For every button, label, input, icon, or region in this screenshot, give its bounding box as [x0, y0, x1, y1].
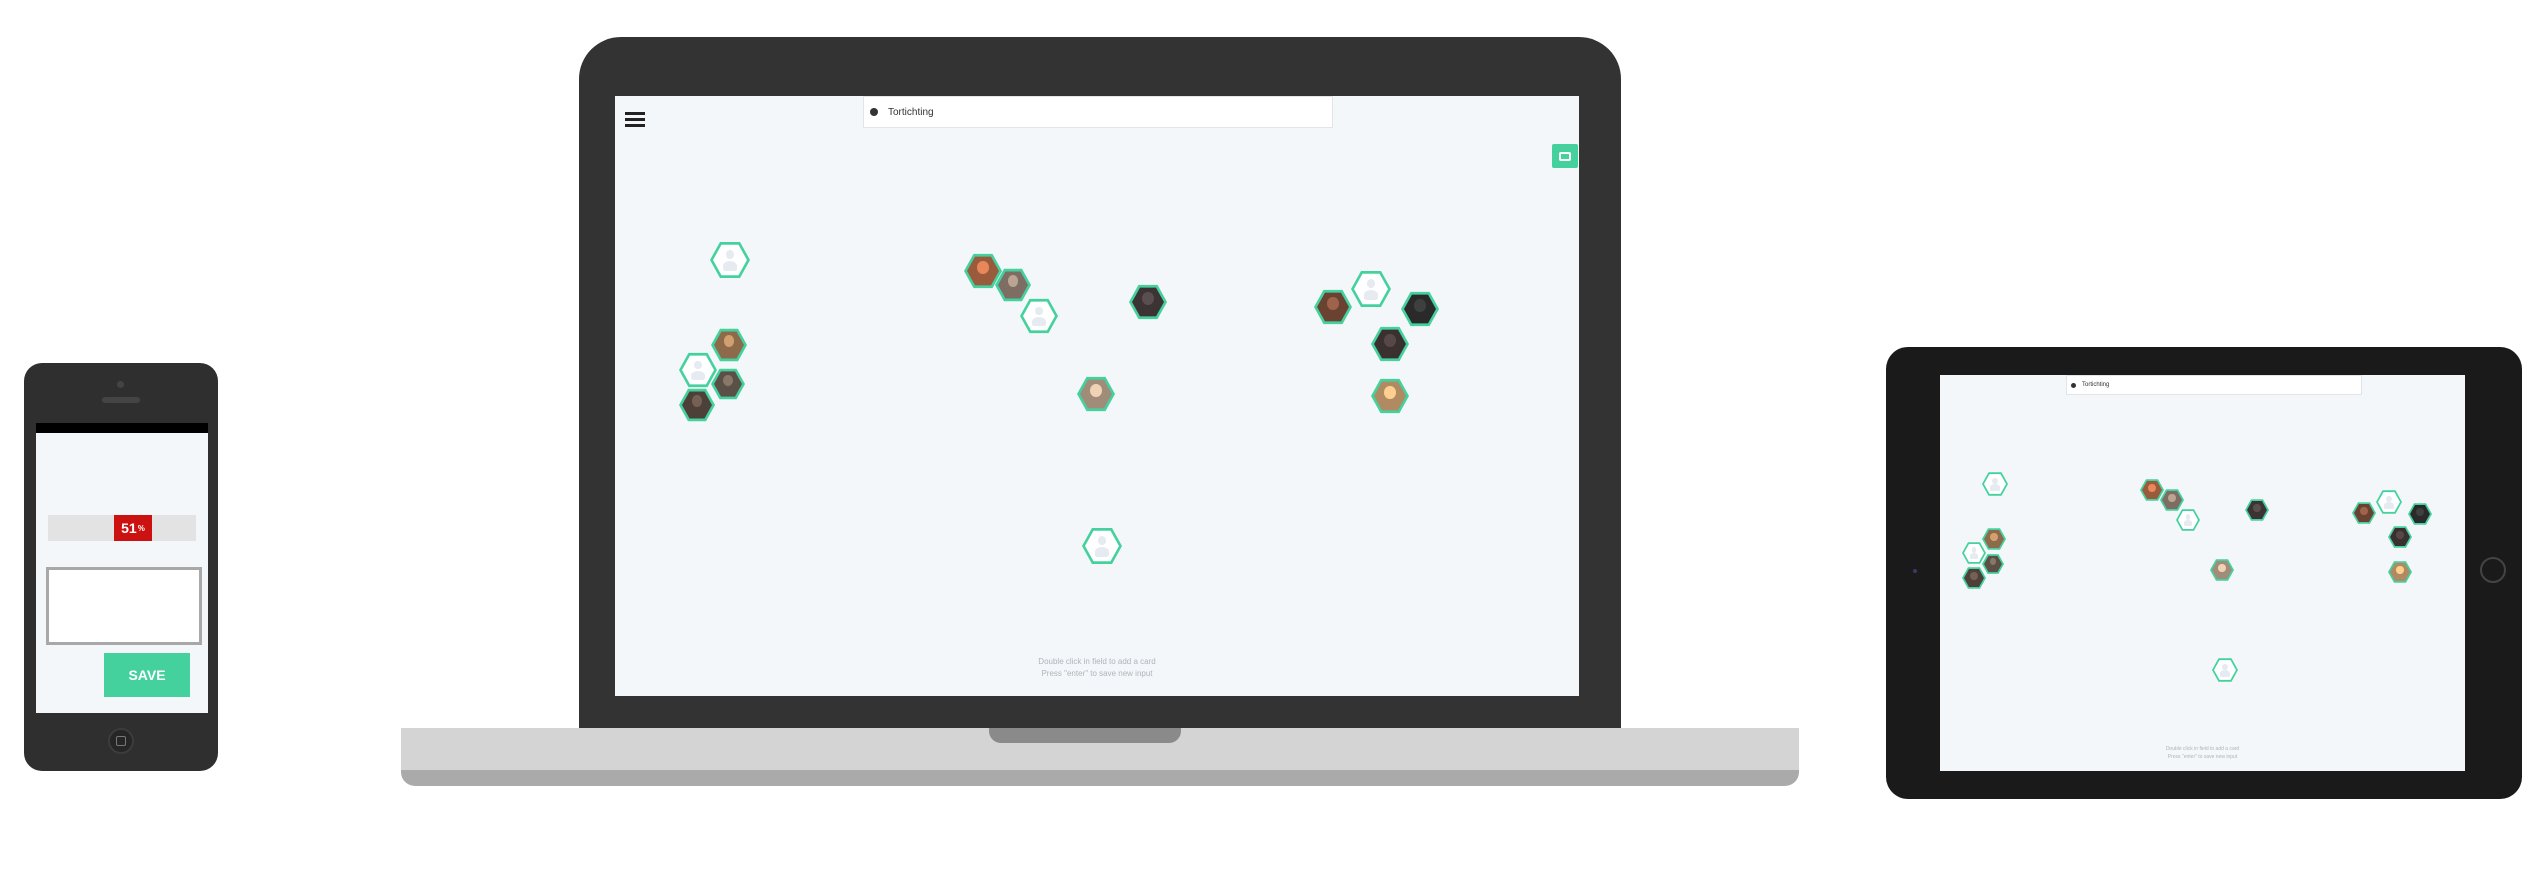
avatar-placeholder-icon[interactable]: [679, 352, 717, 388]
avatar-placeholder-icon[interactable]: [1082, 528, 1122, 564]
phone-app: 51% SAVE: [36, 433, 208, 713]
home-button-icon[interactable]: [108, 728, 134, 754]
chat-icon: [1559, 151, 1571, 161]
tablet-camera: [1913, 569, 1917, 573]
avatar[interactable]: [1129, 284, 1167, 320]
laptop-screen: Double click in field to add a card Pres…: [615, 96, 1579, 696]
home-button-icon[interactable]: [2480, 557, 2506, 583]
phone-device: 51% SAVE: [24, 363, 218, 771]
vote-progress-value: 51: [121, 520, 137, 536]
avatar[interactable]: [711, 328, 747, 362]
avatar[interactable]: [2352, 502, 2376, 524]
vote-progress-fill: 51%: [114, 515, 152, 541]
avatar[interactable]: [1371, 378, 1409, 414]
search-dot-icon: [870, 108, 878, 116]
laptop-notch: [989, 728, 1181, 743]
avatar[interactable]: [679, 388, 715, 422]
avatar-placeholder-icon[interactable]: [710, 242, 750, 278]
tablet-search-bar[interactable]: Tortichting: [2066, 375, 2362, 395]
menu-icon[interactable]: [625, 112, 645, 128]
avatar[interactable]: [711, 368, 745, 400]
tablet-screen: Tortichting Double click in field to add…: [1940, 375, 2465, 771]
avatar[interactable]: [2388, 561, 2412, 583]
avatar[interactable]: [2210, 559, 2234, 581]
avatar-placeholder-icon[interactable]: [1962, 542, 1986, 564]
avatar[interactable]: [1401, 291, 1439, 327]
phone-screen: 51% SAVE: [36, 423, 208, 713]
vote-progress-bar: 51%: [48, 515, 196, 541]
avatar-placeholder-icon[interactable]: [2376, 490, 2402, 514]
avatar-placeholder-icon[interactable]: [2176, 509, 2200, 531]
avatar[interactable]: [2160, 489, 2184, 511]
avatar[interactable]: [1982, 528, 2006, 550]
phone-camera: [117, 381, 124, 388]
avatar[interactable]: [1982, 554, 2004, 574]
phone-input-textbox[interactable]: [46, 567, 202, 645]
avatar-placeholder-icon[interactable]: [1020, 298, 1058, 334]
avatar[interactable]: [2140, 479, 2164, 501]
avatar-placeholder-icon[interactable]: [1351, 271, 1391, 307]
avatar[interactable]: [2245, 499, 2269, 521]
phone-speaker: [102, 397, 140, 403]
avatar-placeholder-icon[interactable]: [1982, 472, 2008, 496]
save-button[interactable]: SAVE: [104, 653, 190, 697]
avatar[interactable]: [2388, 526, 2412, 548]
avatar-placeholder-icon[interactable]: [2212, 658, 2238, 682]
avatar[interactable]: [1077, 376, 1115, 412]
hint-line-2: Press "enter" to save new input: [1041, 669, 1153, 678]
avatar[interactable]: [2408, 503, 2432, 525]
tablet-hint-text: Double click in field to add a card Pres…: [1940, 745, 2465, 761]
avatar[interactable]: [1371, 326, 1409, 362]
avatar[interactable]: [1314, 289, 1352, 325]
tablet-hint-line-1: Double click in field to add a card: [2165, 746, 2240, 752]
laptop-base-edge: [401, 770, 1799, 786]
vote-progress-unit: %: [137, 523, 145, 533]
avatar[interactable]: [1962, 567, 1986, 589]
search-dot-icon: [2071, 382, 2076, 388]
tablet-search-value: Tortichting: [2082, 382, 2110, 388]
search-input[interactable]: [886, 105, 1290, 119]
hint-line-1: Double click in field to add a card: [1038, 657, 1156, 666]
search-bar: [863, 96, 1333, 128]
tablet-hint-line-2: Press "enter" to save new input: [2167, 754, 2238, 760]
hint-text: Double click in field to add a card Pres…: [615, 656, 1579, 680]
chat-button[interactable]: [1552, 144, 1578, 168]
